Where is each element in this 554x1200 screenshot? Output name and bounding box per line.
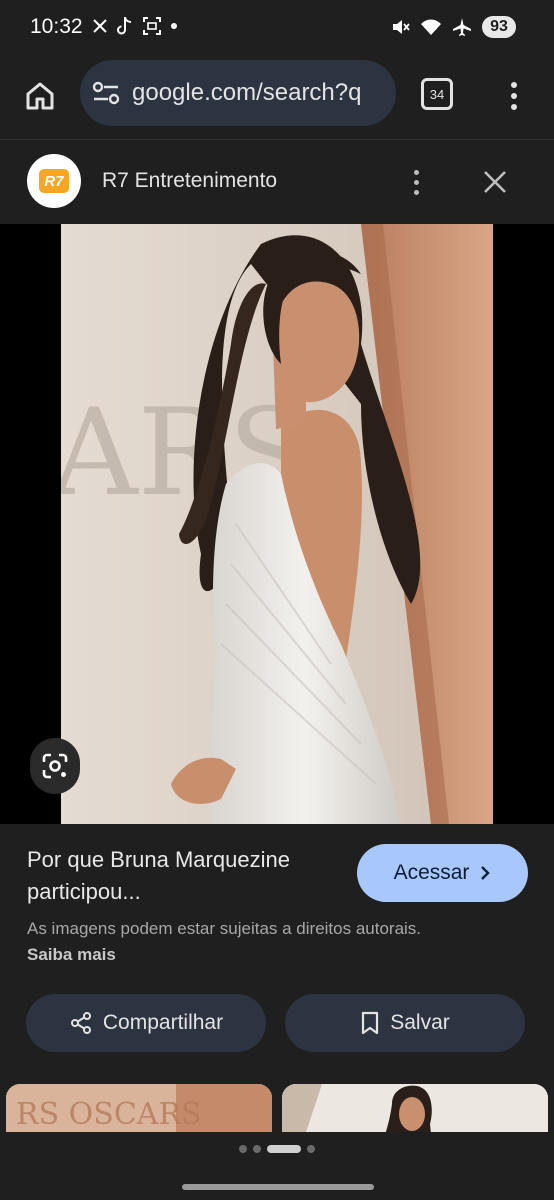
source-logo: R7 (27, 154, 81, 208)
url-text[interactable]: google.com/search?q (132, 79, 392, 107)
wifi-icon (421, 19, 441, 35)
source-more-button[interactable] (408, 166, 424, 198)
tab-switcher-button[interactable]: 34 (421, 78, 453, 110)
result-image[interactable]: ARS (61, 224, 493, 824)
lens-icon (42, 753, 68, 779)
close-icon[interactable] (482, 169, 508, 195)
related-image-illustration (282, 1084, 548, 1132)
gesture-navigation-bar[interactable] (182, 1184, 374, 1190)
carousel-dot (307, 1145, 315, 1153)
browser-toolbar: google.com/search?q 34 (0, 56, 554, 140)
save-label: Salvar (390, 1011, 450, 1034)
site-settings-icon[interactable] (92, 80, 120, 106)
source-name[interactable]: R7 Entretenimento (102, 169, 277, 193)
svg-text:RS OSCARS: RS OSCARS (16, 1097, 202, 1132)
x-icon (93, 19, 107, 33)
menu-dot (511, 82, 517, 88)
image-viewer: ARS (0, 224, 554, 824)
mute-icon (393, 20, 410, 34)
carousel-dot (253, 1145, 261, 1153)
related-images: RS OSCARS (0, 1084, 554, 1132)
related-image-thumbnail[interactable]: RS OSCARS (6, 1084, 272, 1132)
status-bar: 10:32 93 (0, 0, 554, 56)
browser-menu-button[interactable] (500, 76, 528, 116)
more-dot (413, 169, 419, 175)
learn-more-link[interactable]: Saiba mais (27, 945, 116, 964)
chevron-right-icon (481, 866, 491, 880)
share-label: Compartilhar (102, 1011, 224, 1034)
tiktok-icon (117, 16, 132, 35)
google-lens-button[interactable] (30, 738, 80, 794)
source-header: R7 R7 Entretenimento (0, 140, 554, 224)
carousel-dot-active (267, 1145, 301, 1153)
more-dot (413, 189, 419, 195)
carousel-dot (239, 1145, 247, 1153)
result-title[interactable]: Por que Bruna Marquezine participou... (27, 844, 347, 908)
related-image-thumbnail[interactable] (282, 1084, 548, 1132)
airplane-icon (453, 18, 471, 36)
menu-dot (511, 104, 517, 110)
dot-icon (171, 23, 177, 29)
battery-indicator: 93 (482, 16, 516, 38)
source-logo-badge: R7 (39, 169, 69, 193)
copyright-notice: As imagens podem estar sujeitas a direit… (27, 916, 447, 968)
menu-dot (511, 93, 517, 99)
result-image-illustration: ARS (61, 224, 493, 824)
home-icon (26, 82, 54, 110)
result-details: Por que Bruna Marquezine participou... A… (0, 824, 554, 1094)
carousel-indicator (0, 1145, 554, 1153)
visit-button[interactable]: Acessar (357, 844, 528, 902)
save-button[interactable]: Salvar (285, 994, 525, 1052)
bookmark-icon (362, 1011, 379, 1035)
copyright-text: As imagens podem estar sujeitas a direit… (27, 919, 422, 938)
home-button[interactable] (20, 76, 60, 116)
screenshot-icon (143, 17, 161, 35)
share-button[interactable]: Compartilhar (26, 994, 266, 1052)
related-image-illustration: RS OSCARS (6, 1084, 272, 1132)
status-time: 10:32 (30, 15, 83, 38)
visit-button-label: Acessar (393, 861, 470, 884)
more-dot (413, 179, 419, 185)
share-icon (70, 1012, 91, 1034)
address-bar[interactable]: google.com/search?q (80, 60, 396, 126)
